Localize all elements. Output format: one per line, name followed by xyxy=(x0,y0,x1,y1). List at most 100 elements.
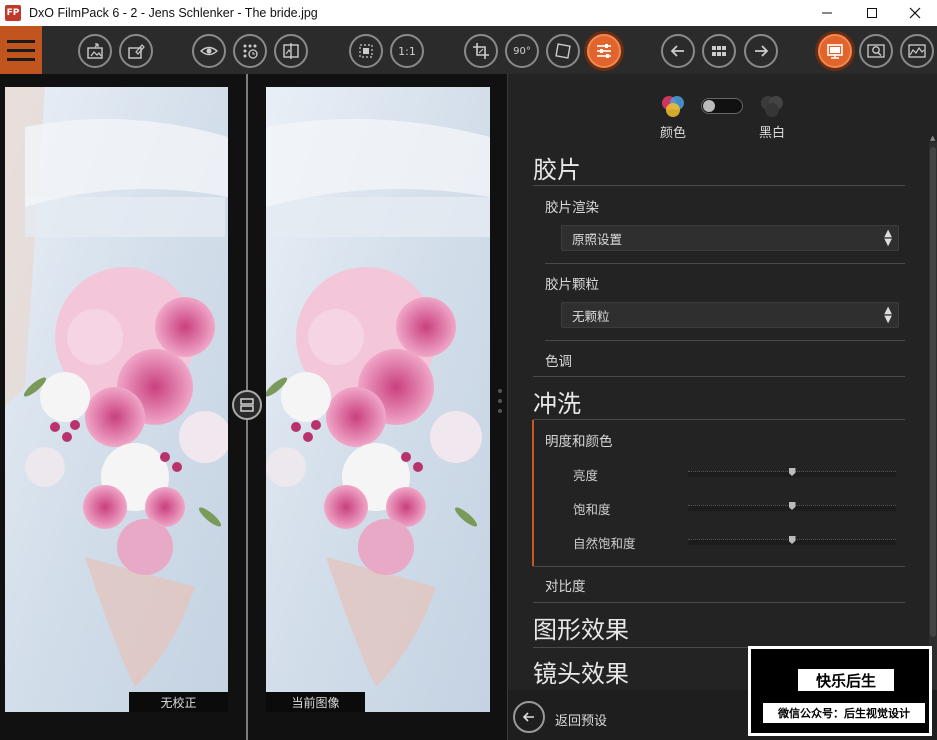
bw-circles-icon xyxy=(761,96,783,117)
history-grid-icon xyxy=(243,44,258,59)
saturation-slider[interactable] xyxy=(688,502,896,511)
split-handle[interactable] xyxy=(232,390,262,420)
divider xyxy=(533,419,905,420)
panel-resize-grip[interactable] xyxy=(498,389,502,419)
back-to-presets-button[interactable] xyxy=(513,701,545,733)
adjustments-panel: 颜色 黑白 胶片 胶片渲染 原照设置 ▲ ▼ 胶片颗粒 无颗粒 ▲ ▼ 色调 冲洗 … xyxy=(507,74,937,740)
close-button[interactable] xyxy=(893,0,937,26)
graphic-effects-section-title[interactable]: 图形效果 xyxy=(533,610,629,645)
loupe-button[interactable] xyxy=(859,34,893,68)
vibrance-slider[interactable] xyxy=(688,536,896,545)
menu-button[interactable] xyxy=(0,26,42,74)
fit-screen-icon xyxy=(359,44,373,58)
next-button[interactable] xyxy=(744,34,778,68)
active-group-indicator xyxy=(532,420,534,566)
rotate-button[interactable]: 90° xyxy=(505,34,539,68)
original-caption: 无校正 xyxy=(129,692,228,712)
bw-mode-label: 黑白 xyxy=(759,126,786,141)
select-arrows-icon: ▲ ▼ xyxy=(884,228,892,248)
adjustments-icon xyxy=(597,44,611,58)
maximize-button[interactable] xyxy=(850,0,894,26)
compare-icon xyxy=(283,43,299,59)
divider xyxy=(533,376,905,377)
app-icon: FP xyxy=(5,5,21,21)
saturation-label: 饱和度 xyxy=(573,502,611,517)
brightness-label: 亮度 xyxy=(573,468,599,483)
current-photo[interactable]: 当前图像 xyxy=(266,87,490,712)
divider xyxy=(533,602,905,603)
select-arrows-icon: ▲ ▼ xyxy=(884,305,892,325)
edit-image-button[interactable] xyxy=(119,34,153,68)
vibrance-slider-knob[interactable] xyxy=(788,536,796,544)
vibrance-label: 自然饱和度 xyxy=(573,536,636,551)
brightness-slider[interactable] xyxy=(688,468,896,477)
brightness-slider-knob[interactable] xyxy=(788,468,796,476)
watermark-title: 快乐后生 xyxy=(798,669,894,691)
image-viewer[interactable]: 无校正 当前图像 xyxy=(0,74,507,740)
grid-view-icon xyxy=(712,46,726,56)
bride-photo-right xyxy=(266,87,490,712)
histogram-button[interactable] xyxy=(900,34,934,68)
lightness-color-label[interactable]: 明度和颜色 xyxy=(545,430,613,450)
zoom-one-to-one-icon: 1:1 xyxy=(398,44,416,58)
color-mode-icon[interactable] xyxy=(658,94,688,120)
color-circles-icon xyxy=(662,96,684,117)
menu-icon-bar xyxy=(7,57,35,61)
monitor-icon xyxy=(827,44,843,59)
original-photo[interactable]: 无校正 xyxy=(5,87,228,712)
color-mode-label: 颜色 xyxy=(660,126,687,141)
preview-button[interactable] xyxy=(192,34,226,68)
watermark-subtitle: 微信公众号：后生视觉设计 xyxy=(763,703,925,723)
window-title: DxO FilmPack 6 - 2 - Jens Schlenker - Th… xyxy=(29,6,318,20)
back-to-presets-label[interactable]: 返回预设 xyxy=(555,710,607,729)
film-rendering-value: 原照设置 xyxy=(572,231,623,247)
edit-image-icon xyxy=(128,44,145,59)
rotate-90-icon: 90° xyxy=(513,45,531,57)
develop-section-title[interactable]: 冲洗 xyxy=(533,384,581,419)
bride-photo-left xyxy=(5,87,228,712)
back-arrow-icon xyxy=(522,712,534,722)
film-rendering-label[interactable]: 胶片渲染 xyxy=(545,196,599,216)
maximize-icon xyxy=(867,8,877,18)
divider xyxy=(533,185,905,186)
tone-label[interactable]: 色调 xyxy=(545,350,572,370)
fit-screen-button[interactable] xyxy=(349,34,383,68)
panel-scroll-thumb[interactable] xyxy=(930,147,936,637)
monitor-button[interactable] xyxy=(818,34,852,68)
crop-button[interactable] xyxy=(464,34,498,68)
straighten-icon xyxy=(555,43,571,59)
scroll-up-icon[interactable]: ▲ xyxy=(930,134,935,142)
previous-icon xyxy=(670,45,684,57)
export-button[interactable] xyxy=(78,34,112,68)
crop-icon xyxy=(473,43,489,59)
color-bw-toggle[interactable] xyxy=(701,98,743,114)
divider xyxy=(533,566,905,567)
compare-button[interactable] xyxy=(274,34,308,68)
current-caption: 当前图像 xyxy=(266,692,365,712)
film-rendering-select[interactable]: 原照设置 ▲ ▼ xyxy=(561,225,899,251)
history-button[interactable] xyxy=(233,34,267,68)
film-grain-select[interactable]: 无颗粒 ▲ ▼ xyxy=(561,302,899,328)
lens-effects-section-title[interactable]: 镜头效果 xyxy=(533,654,629,689)
straighten-button[interactable] xyxy=(546,34,580,68)
next-icon xyxy=(755,45,769,57)
export-icon xyxy=(87,43,103,59)
film-grain-value: 无颗粒 xyxy=(572,308,610,324)
zoom-one-to-one-button[interactable]: 1:1 xyxy=(390,34,424,68)
title-bar: FP DxO FilmPack 6 - 2 - Jens Schlenker -… xyxy=(0,0,937,26)
contrast-label[interactable]: 对比度 xyxy=(545,575,586,595)
minimize-icon xyxy=(822,12,832,14)
watermark: 快乐后生 微信公众号：后生视觉设计 xyxy=(748,646,932,736)
film-grain-label[interactable]: 胶片颗粒 xyxy=(545,273,599,293)
loupe-icon xyxy=(867,44,885,58)
previous-button[interactable] xyxy=(661,34,695,68)
saturation-slider-knob[interactable] xyxy=(788,502,796,510)
minimize-button[interactable] xyxy=(805,0,849,26)
split-handle-icon xyxy=(240,398,254,412)
bw-mode-icon[interactable] xyxy=(757,94,787,120)
film-section-title[interactable]: 胶片 xyxy=(533,150,581,185)
adjustments-button[interactable] xyxy=(587,34,621,68)
menu-icon xyxy=(7,39,35,43)
grid-view-button[interactable] xyxy=(702,34,736,68)
divider xyxy=(545,340,905,341)
